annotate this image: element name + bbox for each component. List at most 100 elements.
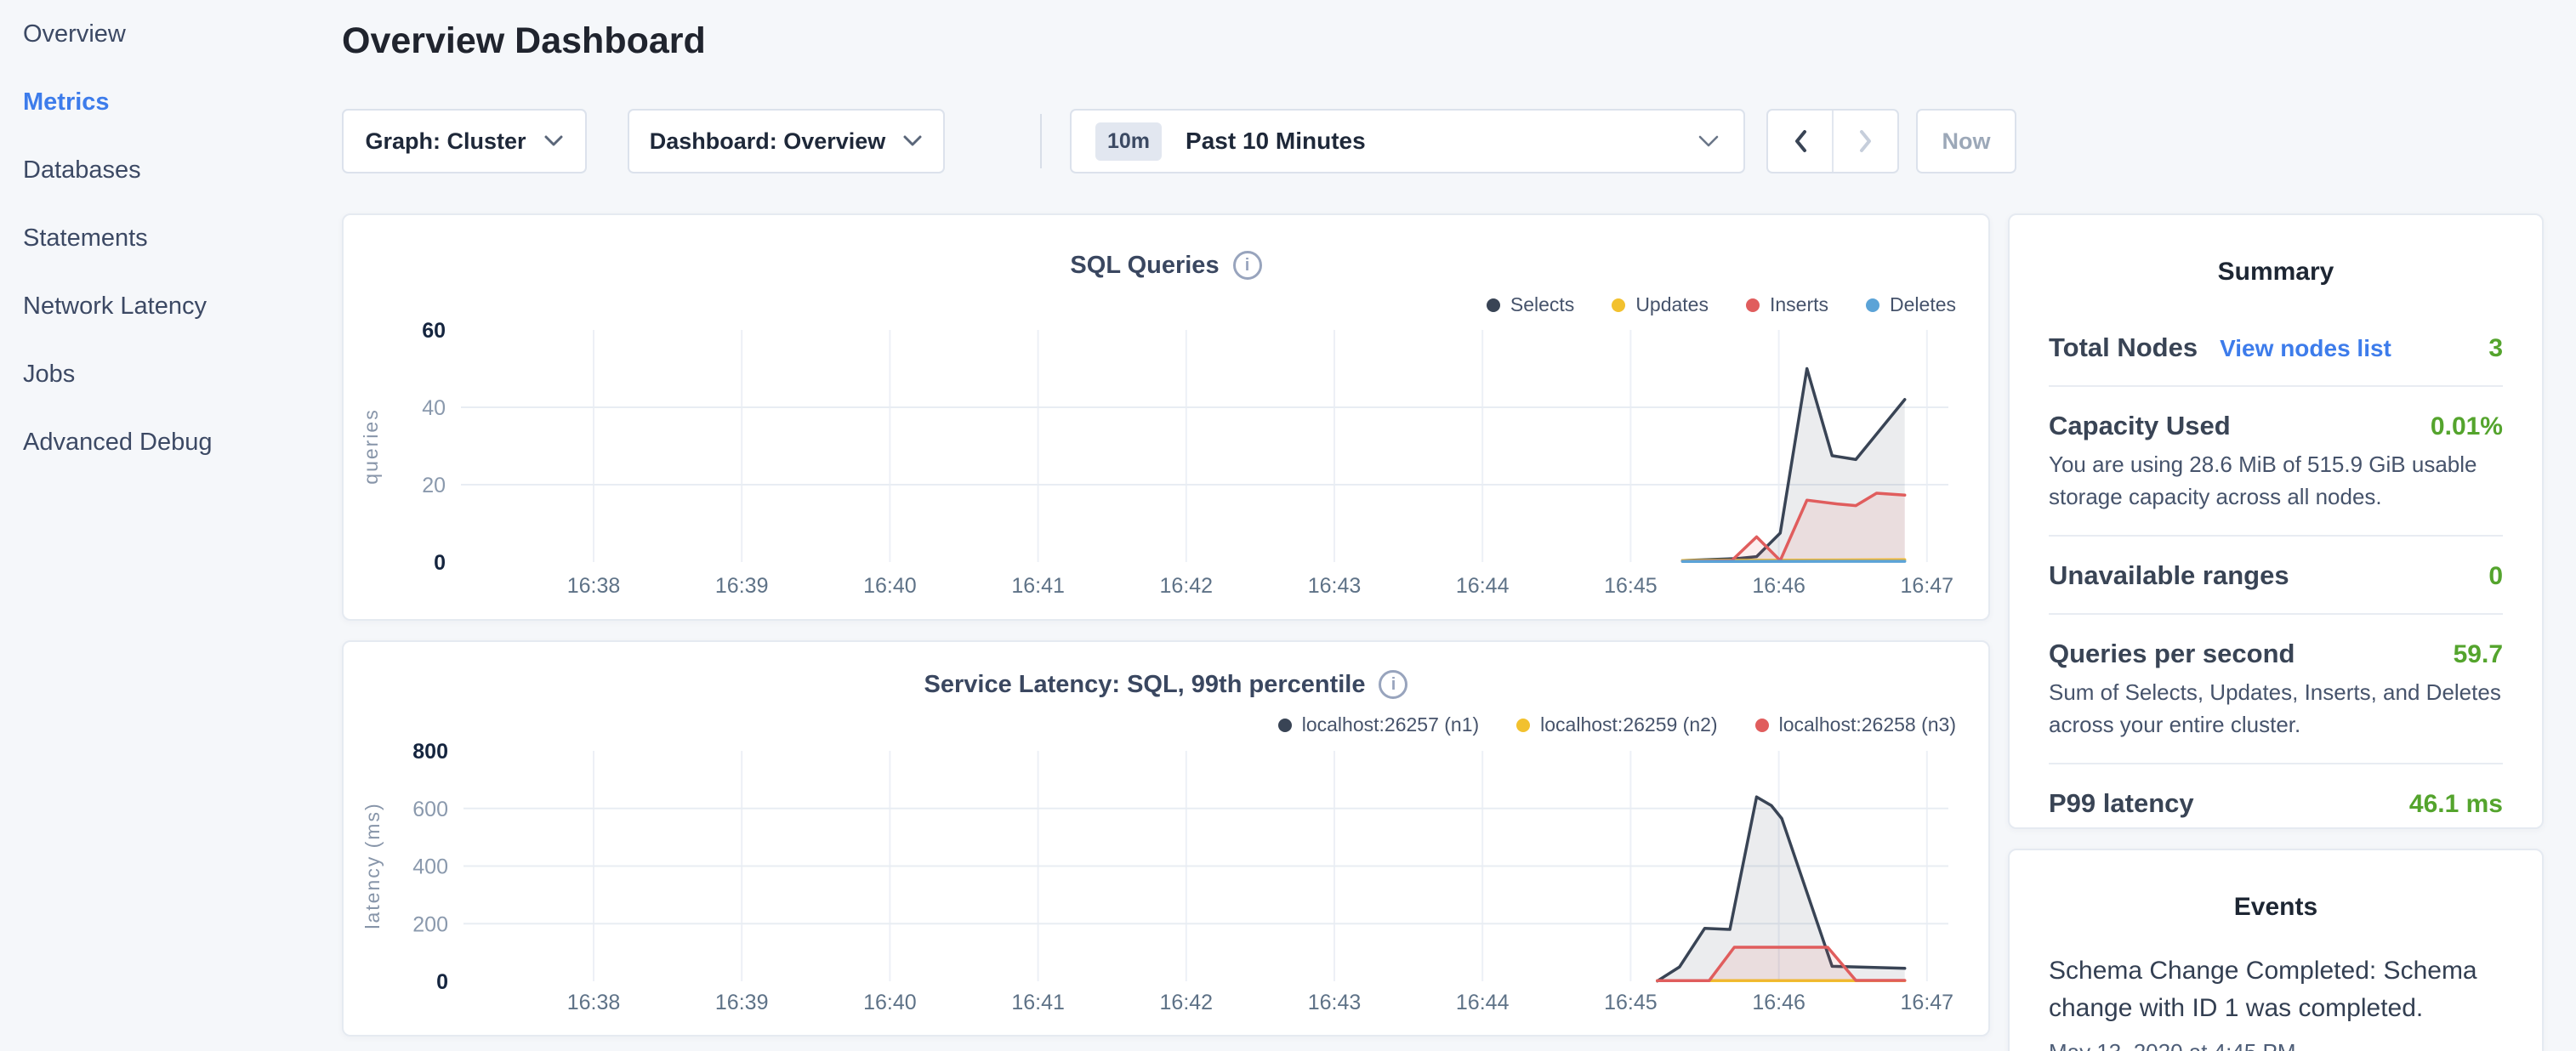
info-icon[interactable]: i — [1233, 251, 1262, 280]
summary-title: Summary — [2010, 258, 2542, 287]
legend-dot-icon — [1487, 298, 1500, 312]
svg-text:200: 200 — [412, 912, 448, 936]
svg-text:0: 0 — [436, 970, 448, 994]
event-timestamp: May 13, 2020 at 4:45 PM — [2049, 1039, 2503, 1051]
sidebar-item-network-latency[interactable]: Network Latency — [0, 272, 340, 340]
view-nodes-link[interactable]: View nodes list — [2220, 335, 2391, 362]
sidebar-item-advanced-debug[interactable]: Advanced Debug — [0, 408, 340, 476]
summary-row: Total NodesView nodes list3 — [2049, 309, 2503, 387]
chart-title-text: Service Latency: SQL, 99th percentile — [924, 671, 1366, 699]
legend-item[interactable]: Inserts — [1746, 293, 1828, 316]
legend-label: Inserts — [1770, 293, 1828, 316]
svg-text:16:39: 16:39 — [715, 574, 769, 598]
graph-scope-dropdown-label: Graph: Cluster — [365, 128, 526, 155]
summary-row-value: 0 — [2488, 562, 2503, 591]
summary-row-description: You are using 28.6 MiB of 515.9 GiB usab… — [2049, 448, 2503, 513]
summary-row-label: Unavailable ranges — [2049, 560, 2289, 591]
svg-text:latency (ms): latency (ms) — [361, 802, 384, 929]
svg-text:16:45: 16:45 — [1604, 991, 1658, 1014]
chevron-right-icon — [1857, 128, 1874, 154]
summary-row-value: 46.1 ms — [2409, 790, 2503, 819]
now-button[interactable]: Now — [1916, 109, 2016, 173]
time-step-button-group — [1766, 109, 1899, 173]
dashboard-dropdown[interactable]: Dashboard: Overview — [628, 109, 945, 173]
toolbar-divider — [1040, 114, 1042, 168]
svg-text:16:44: 16:44 — [1456, 991, 1510, 1014]
legend-item[interactable]: Deletes — [1866, 293, 1956, 316]
svg-text:16:41: 16:41 — [1011, 991, 1065, 1014]
legend-item[interactable]: Updates — [1612, 293, 1709, 316]
legend-dot-icon — [1516, 719, 1530, 732]
time-range-badge: 10m — [1095, 122, 1162, 161]
summary-row: Queries per second 59.7 Sum of Selects, Up… — [2049, 615, 2503, 764]
summary-row-value: 3 — [2488, 334, 2503, 363]
legend-label: localhost:26259 (n2) — [1540, 713, 1717, 736]
page-title: Overview Dashboard — [342, 20, 706, 62]
sidebar-item-overview[interactable]: Overview — [0, 0, 340, 68]
svg-text:16:40: 16:40 — [863, 574, 917, 598]
legend-label: Deletes — [1890, 293, 1956, 316]
svg-text:400: 400 — [412, 855, 448, 879]
svg-text:16:41: 16:41 — [1011, 574, 1065, 598]
dashboard-dropdown-label: Dashboard: Overview — [650, 128, 886, 155]
sidebar-nav: OverviewMetricsDatabasesStatementsNetwor… — [0, 0, 340, 1051]
events-panel: Events Schema Change Completed: Schema c… — [2008, 849, 2544, 1051]
events-title: Events — [2010, 893, 2542, 922]
svg-text:60: 60 — [422, 319, 446, 343]
svg-text:16:43: 16:43 — [1308, 991, 1362, 1014]
legend-dot-icon — [1746, 298, 1760, 312]
chart-title-text: SQL Queries — [1070, 252, 1219, 280]
chevron-down-icon — [902, 135, 923, 147]
summary-row-label: Queries per second — [2049, 639, 2295, 669]
sidebar-item-statements[interactable]: Statements — [0, 204, 340, 272]
summary-row: Capacity Used0.01%You are using 28.6 MiB… — [2049, 387, 2503, 537]
legend-item[interactable]: localhost:26258 (n3) — [1755, 713, 1956, 736]
time-backward-button[interactable] — [1768, 111, 1832, 172]
legend-dot-icon — [1866, 298, 1879, 312]
svg-text:queries: queries — [360, 408, 382, 484]
info-icon[interactable]: i — [1379, 670, 1407, 699]
legend-dot-icon — [1755, 719, 1769, 732]
time-range-picker[interactable]: 10m Past 10 Minutes — [1070, 109, 1745, 173]
time-forward-button[interactable] — [1832, 111, 1897, 172]
svg-text:16:42: 16:42 — [1160, 574, 1214, 598]
summary-row: P99 latency46.1 ms — [2049, 764, 2503, 841]
legend-label: localhost:26257 (n1) — [1302, 713, 1479, 736]
sidebar-item-jobs[interactable]: Jobs — [0, 340, 340, 408]
summary-row-value: 59.7 — [2454, 640, 2503, 669]
sidebar-item-metrics[interactable]: Metrics — [0, 68, 340, 136]
legend-item[interactable]: Selects — [1487, 293, 1574, 316]
chevron-down-icon — [543, 135, 564, 147]
svg-text:16:47: 16:47 — [1901, 991, 1954, 1014]
svg-text:16:40: 16:40 — [863, 991, 917, 1014]
svg-text:16:39: 16:39 — [715, 991, 769, 1014]
svg-text:16:38: 16:38 — [567, 574, 621, 598]
legend-dot-icon — [1612, 298, 1625, 312]
sidebar-item-databases[interactable]: Databases — [0, 136, 340, 204]
summary-row: Unavailable ranges 0 — [2049, 537, 2503, 615]
legend-item[interactable]: localhost:26257 (n1) — [1278, 713, 1479, 736]
summary-row-value: 0.01% — [2431, 412, 2503, 441]
svg-text:16:46: 16:46 — [1752, 991, 1805, 1014]
events-list: Schema Change Completed: Schema change w… — [2049, 952, 2503, 1051]
summary-row-description: Sum of Selects, Updates, Inserts, and De… — [2049, 676, 2503, 741]
chart-title: SQL Queries i — [344, 251, 1988, 280]
service-latency-chart-card: 16:3816:3916:4016:4116:4216:4316:4416:45… — [342, 640, 1990, 1037]
legend-label: localhost:26258 (n3) — [1779, 713, 1956, 736]
svg-text:16:47: 16:47 — [1901, 574, 1954, 598]
chart-legend: Selects Updates Inserts Deletes — [1487, 293, 1956, 316]
graph-scope-dropdown[interactable]: Graph: Cluster — [342, 109, 587, 173]
sidebar-item-list: OverviewMetricsDatabasesStatementsNetwor… — [0, 0, 340, 476]
legend-dot-icon — [1278, 719, 1292, 732]
svg-text:16:46: 16:46 — [1752, 574, 1805, 598]
svg-text:16:43: 16:43 — [1308, 574, 1362, 598]
service-latency-chart[interactable]: 16:3816:3916:4016:4116:4216:4316:4416:45… — [344, 642, 1988, 1035]
sql-queries-chart-card: 16:3816:3916:4016:4116:4216:4316:4416:45… — [342, 213, 1990, 621]
event-item[interactable]: Schema Change Completed: Schema change w… — [2049, 952, 2503, 1051]
time-range-label: Past 10 Minutes — [1186, 128, 1674, 155]
event-text: Schema Change Completed: Schema change w… — [2049, 952, 2503, 1027]
svg-text:16:45: 16:45 — [1604, 574, 1658, 598]
legend-item[interactable]: localhost:26259 (n2) — [1516, 713, 1717, 736]
summary-panel: Summary Total NodesView nodes list3Capac… — [2008, 213, 2544, 829]
legend-label: Updates — [1635, 293, 1709, 316]
